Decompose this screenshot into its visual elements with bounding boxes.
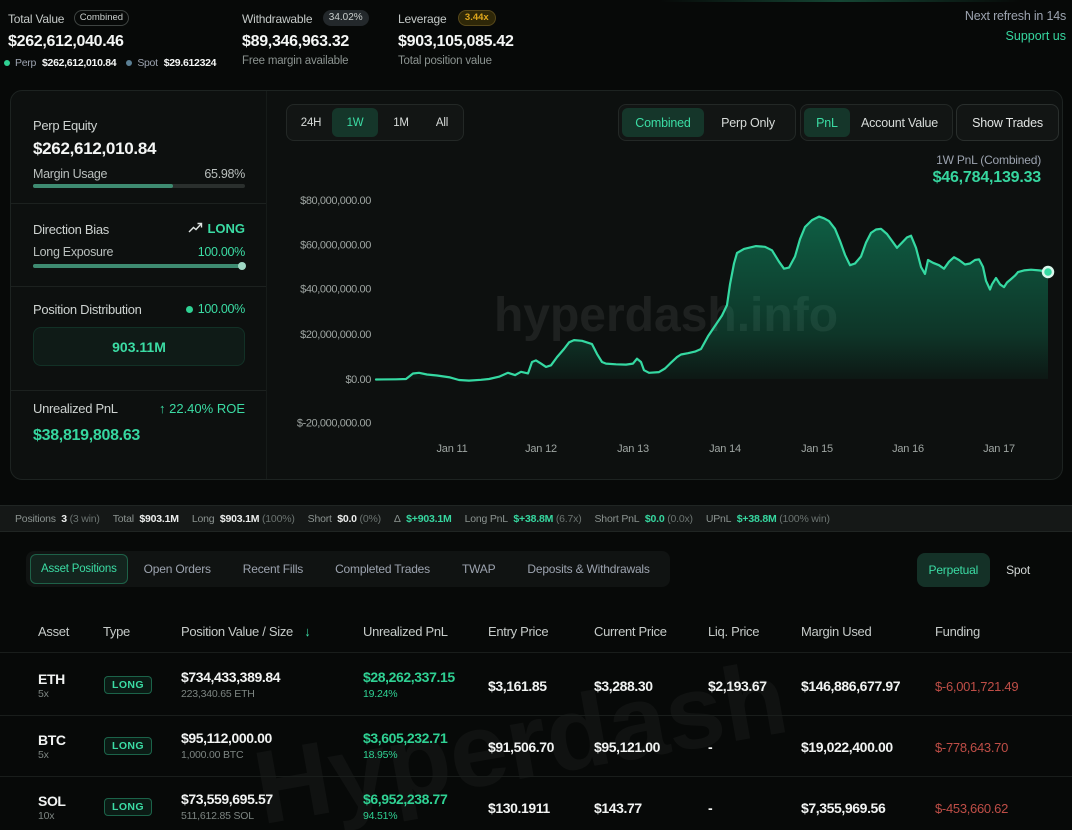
- svg-text:$20,000,000.00: $20,000,000.00: [300, 329, 371, 341]
- svg-text:$80,000,000.00: $80,000,000.00: [300, 195, 371, 207]
- svg-text:$40,000,000.00: $40,000,000.00: [300, 284, 371, 296]
- svg-text:Jan 11: Jan 11: [436, 443, 467, 455]
- svg-text:$60,000,000.00: $60,000,000.00: [300, 239, 371, 251]
- svg-text:$0.00: $0.00: [345, 374, 371, 386]
- svg-text:Jan 12: Jan 12: [525, 443, 557, 455]
- svg-text:Jan 15: Jan 15: [801, 443, 833, 455]
- svg-text:Jan 14: Jan 14: [709, 443, 741, 455]
- svg-text:Jan 16: Jan 16: [892, 443, 924, 455]
- svg-text:$-20,000,000.00: $-20,000,000.00: [297, 418, 371, 430]
- svg-text:Jan 17: Jan 17: [983, 443, 1015, 455]
- svg-text:Jan 13: Jan 13: [617, 443, 649, 455]
